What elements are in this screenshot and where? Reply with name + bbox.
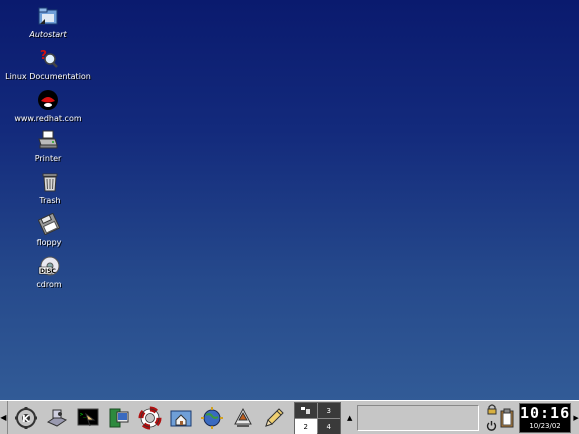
home-folder-button[interactable] xyxy=(167,403,195,433)
system-icon xyxy=(109,408,129,427)
desktop-icon-label: Linux Documentation xyxy=(5,72,91,81)
klipper-applet[interactable] xyxy=(499,401,515,434)
power-icon xyxy=(487,421,497,432)
pager-desktop-2[interactable]: 2 xyxy=(294,419,317,434)
quick-launch-bar: K >_ xyxy=(8,401,288,434)
desktop-icon-printer[interactable]: Printer xyxy=(0,128,96,163)
clipboard-icon xyxy=(500,408,514,427)
svg-text:K: K xyxy=(22,414,31,425)
arrow-left-icon: ◀ xyxy=(0,413,7,422)
desktop-icon-label: floppy xyxy=(36,238,62,247)
pager-desktop-3[interactable]: 3 xyxy=(317,403,340,418)
help-lifebuoy-icon xyxy=(138,406,162,429)
help-icon: ? xyxy=(36,46,60,70)
floppy-icon xyxy=(37,212,61,236)
svg-text:DISC: DISC xyxy=(40,268,57,275)
taskbar[interactable] xyxy=(356,404,479,431)
desktop-icon-label: cdrom xyxy=(36,280,62,289)
help-button[interactable] xyxy=(136,403,164,433)
logout-button[interactable] xyxy=(485,419,499,433)
pager-desktop-4[interactable]: 4 xyxy=(317,419,340,434)
trash-icon xyxy=(38,170,62,194)
office-button[interactable] xyxy=(229,403,257,433)
desktop-icon-cdrom[interactable]: DISC cdrom xyxy=(1,254,97,289)
lock-icon xyxy=(487,404,497,415)
svg-text:>_: >_ xyxy=(80,412,87,418)
folder-icon xyxy=(36,4,60,28)
desktop-icon-autostart[interactable]: Autostart xyxy=(0,4,96,39)
arrow-up-icon: ▲ xyxy=(346,413,353,422)
taskbar-menu-button[interactable]: ▲ xyxy=(345,414,355,422)
redhat-icon xyxy=(36,88,60,112)
kde-panel: ◀ K >_ 3 2 4 ▲ 10:16 10/23/02 ▶ xyxy=(0,400,579,434)
panel-hide-right-button[interactable]: ▶ xyxy=(573,401,579,434)
control-center-icon xyxy=(46,409,67,427)
desktop-icon-label: Autostart xyxy=(29,30,67,39)
desktop-icon-label: www.redhat.com xyxy=(14,114,82,123)
cdrom-icon: DISC xyxy=(37,254,61,278)
web-browser-button[interactable] xyxy=(198,403,226,433)
desktop-icon-trash[interactable]: Trash xyxy=(2,170,98,205)
clock-date: 10/23/02 xyxy=(529,422,561,430)
desktop-icon-redhat[interactable]: www.redhat.com xyxy=(0,88,100,123)
pager-desktop-1[interactable] xyxy=(294,403,317,418)
terminal-icon: >_ xyxy=(77,408,99,426)
kde-menu-icon: K xyxy=(14,406,37,429)
desktop-icon-label: Printer xyxy=(34,154,62,163)
desktop-icon-floppy[interactable]: floppy xyxy=(1,212,97,247)
editor-icon xyxy=(264,407,284,427)
desktop-window-icon xyxy=(300,406,310,414)
home-folder-icon xyxy=(170,410,192,426)
desktop-icon-label: Trash xyxy=(39,196,61,205)
desktop-icon-linux-documentation[interactable]: ? Linux Documentation xyxy=(0,46,104,81)
kde-menu-button[interactable]: K xyxy=(12,403,40,433)
editor-button[interactable] xyxy=(260,403,288,433)
system-button[interactable] xyxy=(105,403,133,433)
desktop-pager: 3 2 4 xyxy=(293,402,341,434)
clock-time: 10:16 xyxy=(519,404,571,422)
terminal-button[interactable]: >_ xyxy=(74,403,102,433)
office-icon xyxy=(233,407,252,427)
printer-icon xyxy=(36,128,60,152)
control-center-button[interactable] xyxy=(43,403,71,433)
clock-applet[interactable]: 10:16 10/23/02 xyxy=(519,403,572,433)
web-browser-icon xyxy=(200,406,223,429)
tray-buttons xyxy=(485,401,499,434)
taskbar-area: ▲ xyxy=(345,401,479,434)
arrow-right-icon: ▶ xyxy=(573,413,579,422)
panel-hide-left-button[interactable]: ◀ xyxy=(0,401,8,434)
lock-screen-button[interactable] xyxy=(485,402,499,416)
